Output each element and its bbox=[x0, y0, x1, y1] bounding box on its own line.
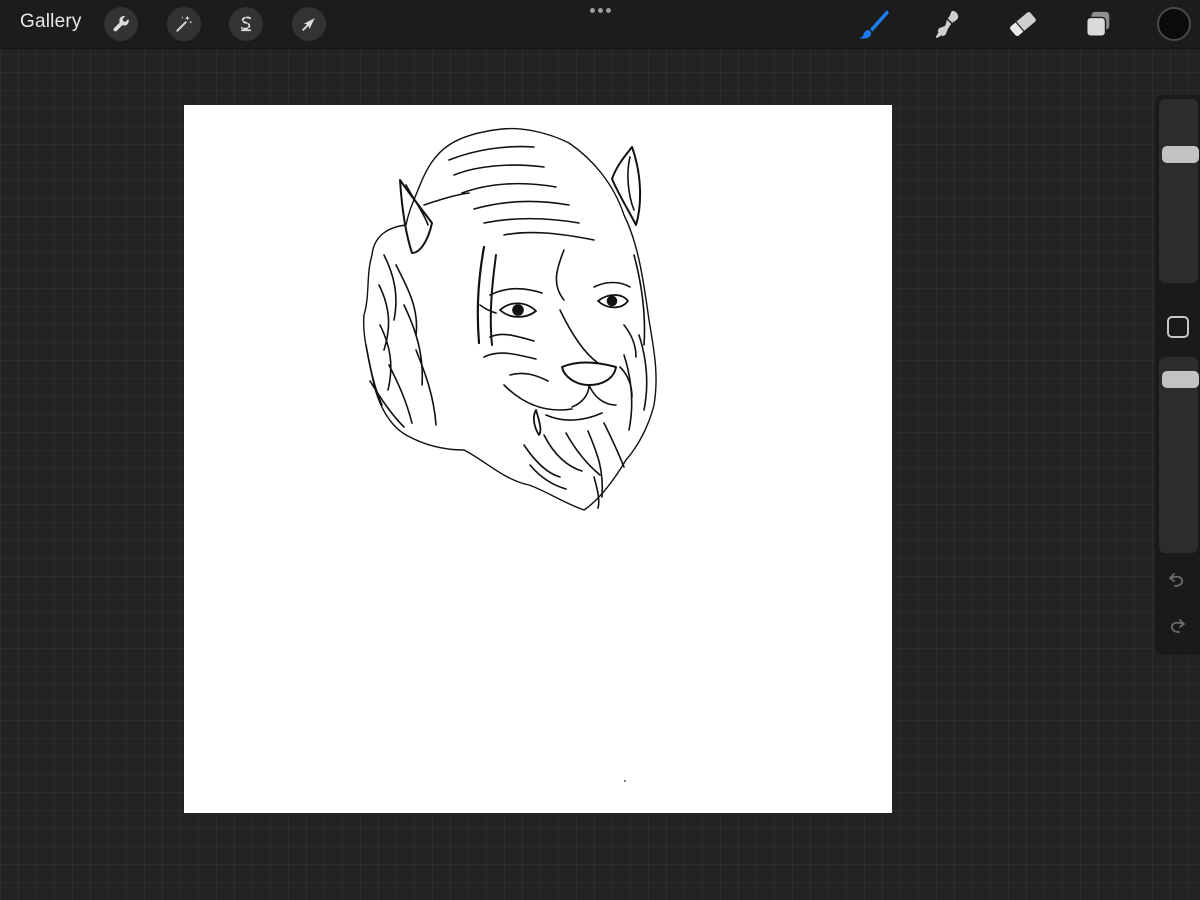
lion-line-art bbox=[362, 127, 657, 782]
gallery-button[interactable]: Gallery bbox=[20, 11, 82, 33]
brush-tool-button[interactable] bbox=[855, 6, 891, 42]
drawing-canvas[interactable] bbox=[184, 105, 892, 813]
selection-button[interactable] bbox=[229, 7, 263, 41]
dot-icon bbox=[605, 7, 611, 13]
adjustments-button[interactable] bbox=[167, 7, 201, 41]
smudge-tool-button[interactable] bbox=[929, 6, 965, 42]
wrench-icon bbox=[113, 16, 129, 32]
magic-wand-icon bbox=[176, 15, 193, 32]
undo-icon bbox=[1169, 573, 1184, 587]
actions-button[interactable] bbox=[104, 7, 138, 41]
modify-square-icon[interactable] bbox=[1167, 316, 1189, 338]
redo-button[interactable] bbox=[1165, 615, 1189, 639]
brush-size-thumb[interactable] bbox=[1162, 146, 1199, 163]
transform-button[interactable] bbox=[292, 7, 326, 41]
eraser-tool-button[interactable] bbox=[1005, 6, 1041, 42]
dot-icon bbox=[597, 7, 603, 13]
selection-icon bbox=[240, 16, 252, 32]
top-toolbar: Gallery bbox=[0, 0, 1200, 49]
brush-sidebar bbox=[1155, 95, 1200, 655]
transform-arrow-icon bbox=[302, 18, 315, 31]
brush-icon bbox=[859, 10, 889, 39]
more-options-button[interactable] bbox=[584, 2, 616, 18]
brush-size-slider[interactable] bbox=[1159, 99, 1199, 283]
redo-icon bbox=[1170, 619, 1185, 633]
smudge-icon bbox=[935, 10, 959, 39]
color-picker-button[interactable] bbox=[1157, 7, 1191, 41]
layers-icon bbox=[1086, 11, 1110, 37]
opacity-thumb[interactable] bbox=[1162, 371, 1199, 388]
layers-button[interactable] bbox=[1080, 6, 1116, 42]
opacity-slider[interactable] bbox=[1159, 357, 1199, 553]
dot-icon bbox=[589, 7, 595, 13]
undo-button[interactable] bbox=[1165, 569, 1189, 593]
eraser-icon bbox=[1010, 12, 1036, 36]
